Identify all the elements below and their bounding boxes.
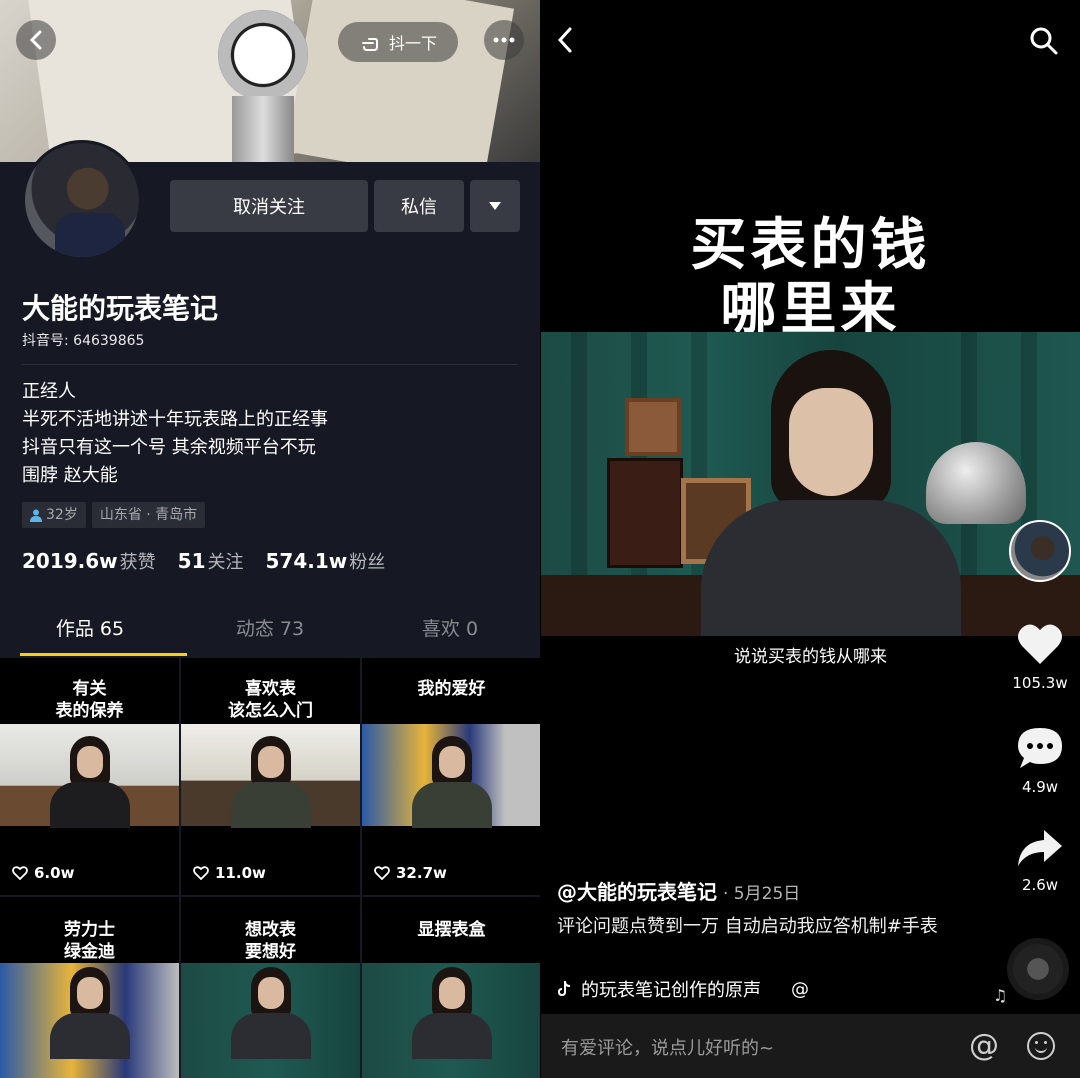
video-thumbnail[interactable]: 我的爱好 32.7w xyxy=(362,658,540,895)
bio-line: 半死不活地讲述十年玩表路上的正经事 xyxy=(22,409,328,430)
music-at: @ xyxy=(791,978,809,1000)
chevron-left-icon xyxy=(557,27,572,53)
fans-value: 574.1w xyxy=(265,549,348,573)
age-tag: 32岁 xyxy=(22,502,86,528)
share-count: 2.6w xyxy=(1021,876,1059,894)
message-button[interactable]: 私信 xyxy=(374,180,464,232)
video-subtitle: 说说买表的钱从哪来 xyxy=(734,647,887,667)
video-title: 我的爱好 xyxy=(417,679,486,699)
comment-icon xyxy=(1018,728,1062,768)
bio-line: 抖音只有这一个号 其余视频平台不玩 xyxy=(22,437,316,458)
likes-stat[interactable]: 2019.6w 获赞 xyxy=(22,548,156,574)
author-name[interactable]: @大能的玩表笔记 xyxy=(557,880,717,904)
video-thumbnail[interactable]: 有关 表的保养 6.0w xyxy=(0,658,179,895)
more-dots-icon xyxy=(493,37,515,43)
profile-name: 大能的玩表笔记 xyxy=(22,292,219,325)
video-grid: 有关 表的保养 6.0w 喜欢表 该怎么入门 11.0w 我的爱好 32.7w xyxy=(0,658,540,1078)
video-thumbnail[interactable]: 想改表 要想好 xyxy=(181,897,360,1078)
comment-bar: 有爱评论，说点儿好听的~ @ xyxy=(541,1014,1080,1078)
video-title: 显摆表盒 xyxy=(417,920,486,940)
post-date: · 5月25日 xyxy=(723,884,801,904)
video-title: 有关 表的保养 xyxy=(55,679,124,721)
music-title: 的玩表笔记创作的原声 xyxy=(581,980,761,1001)
following-value: 51 xyxy=(177,549,206,573)
search-icon xyxy=(1030,27,1058,55)
heart-outline-icon xyxy=(374,866,390,880)
profile-bio: 正经人 半死不活地讲述十年玩表路上的正经事 抖音只有这一个号 其余视频平台不玩 … xyxy=(22,378,328,490)
video-title: 劳力士 绿金迪 xyxy=(64,920,115,962)
bio-line: 围脖 赵大能 xyxy=(22,465,118,486)
video-likes: 11.0w xyxy=(193,864,266,882)
music-note-icon: ♫ xyxy=(993,986,1008,1005)
share-arrow-icon xyxy=(1018,830,1062,866)
bio-line: 正经人 xyxy=(22,381,76,402)
like-count: 105.3w xyxy=(1012,674,1068,692)
avatar[interactable] xyxy=(22,140,142,260)
heart-outline-icon xyxy=(193,866,209,880)
chevron-left-icon xyxy=(29,30,42,50)
watch-image xyxy=(218,10,308,100)
unfollow-button[interactable]: 取消关注 xyxy=(170,180,368,232)
profile-panel: 抖一下 取消关注 私信 大能的玩表笔记 抖音号: 64639865 正经人 半死… xyxy=(0,0,540,1078)
at-mention-icon[interactable]: @ xyxy=(969,1028,999,1063)
share-label: 抖一下 xyxy=(388,34,437,53)
heart-outline-icon xyxy=(12,866,28,880)
likes-label: 获赞 xyxy=(119,552,156,573)
video-title: 想改表 要想好 xyxy=(245,920,296,962)
share-pill-button[interactable]: 抖一下 xyxy=(338,22,458,62)
fans-label: 粉丝 xyxy=(349,552,386,573)
location-tag: 山东省 · 青岛市 xyxy=(91,502,206,528)
hand-point-icon xyxy=(361,38,378,51)
following-stat[interactable]: 51 关注 xyxy=(178,548,244,574)
music-disc-button[interactable] xyxy=(1007,938,1069,1000)
caret-down-icon xyxy=(489,202,501,210)
video-player-panel: 买表的钱 哪里来 说说买表的钱从哪来 105.3w 4.9w 2.6w ♫ @大… xyxy=(541,0,1080,1078)
tiktok-note-icon xyxy=(558,981,570,996)
video-thumbnail[interactable]: 劳力士 绿金迪 xyxy=(0,897,179,1078)
person-icon xyxy=(30,509,42,522)
likes-count: 11.0w xyxy=(215,864,266,882)
comment-count: 4.9w xyxy=(1021,778,1059,796)
music-line[interactable]: 的玩表笔记创作的原声 @ xyxy=(557,976,809,1002)
video-title: 喜欢表 该怎么入门 xyxy=(228,679,313,721)
profile-cover-image xyxy=(0,0,540,162)
profile-tags: 32岁 山东省 · 青岛市 xyxy=(22,502,206,528)
tab-posts[interactable]: 动态 73 xyxy=(180,604,360,656)
age-label: 32岁 xyxy=(46,507,78,523)
video-likes: 6.0w xyxy=(12,864,74,882)
author-line: @大能的玩表笔记 · 5月25日 xyxy=(557,876,800,905)
video-likes: 32.7w xyxy=(374,864,447,882)
profile-stats: 2019.6w 获赞 51 关注 574.1w 粉丝 xyxy=(22,548,385,574)
fans-stat[interactable]: 574.1w 粉丝 xyxy=(266,548,386,574)
video-thumbnail[interactable]: 显摆表盒 xyxy=(362,897,540,1078)
divider xyxy=(22,364,518,365)
profile-tabs: 作品 65 动态 73 喜欢 0 xyxy=(0,604,540,656)
back-button[interactable] xyxy=(16,20,56,60)
back-button[interactable] xyxy=(555,26,575,58)
comment-input[interactable]: 有爱评论，说点儿好听的~ xyxy=(561,1034,774,1060)
like-button[interactable]: 105.3w xyxy=(1010,622,1070,692)
author-avatar[interactable] xyxy=(1009,520,1071,582)
video-thumbnail[interactable]: 喜欢表 该怎么入门 11.0w xyxy=(181,658,360,895)
more-button[interactable] xyxy=(484,20,524,60)
tab-likes[interactable]: 喜欢 0 xyxy=(360,604,540,656)
likes-count: 6.0w xyxy=(34,864,75,882)
presenter xyxy=(701,350,961,636)
emoji-icon[interactable] xyxy=(1027,1032,1055,1060)
tab-works[interactable]: 作品 65 xyxy=(0,604,187,656)
following-label: 关注 xyxy=(207,552,244,573)
likes-value: 2019.6w xyxy=(22,549,118,573)
heart-icon xyxy=(1018,624,1062,664)
share-button[interactable]: 2.6w xyxy=(1010,828,1070,894)
picture-frame xyxy=(625,398,681,456)
dropdown-button[interactable] xyxy=(470,180,520,232)
video-description: 评论问题点赞到一万 自动启动我应答机制#手表 xyxy=(557,916,938,937)
comment-button[interactable]: 4.9w xyxy=(1010,726,1070,796)
likes-count: 32.7w xyxy=(396,864,447,882)
douyin-id: 抖音号: 64639865 xyxy=(22,333,145,349)
search-button[interactable] xyxy=(1029,26,1059,60)
watch-winder xyxy=(607,458,683,568)
